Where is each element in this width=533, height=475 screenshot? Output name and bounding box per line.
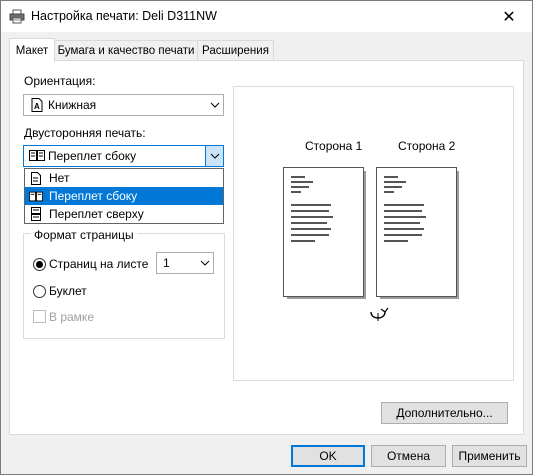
pages-per-sheet-select[interactable]: 1 bbox=[156, 252, 214, 274]
svg-text:A: A bbox=[34, 102, 40, 111]
close-button[interactable]: ✕ bbox=[486, 1, 532, 32]
single-page-icon bbox=[29, 171, 43, 185]
booklet-radio[interactable] bbox=[33, 285, 46, 298]
duplex-dropdown-list: Нет Переплет сбоку Переплет сверху bbox=[24, 168, 224, 224]
duplex-top-icon bbox=[29, 207, 43, 221]
duplex-option-none[interactable]: Нет bbox=[25, 169, 223, 187]
border-label: В рамке bbox=[49, 310, 94, 324]
cancel-button[interactable]: Отмена bbox=[371, 445, 446, 467]
duplex-option-label: Нет bbox=[49, 171, 70, 185]
tab-paper-quality[interactable]: Бумага и качество печати bbox=[54, 40, 198, 60]
close-icon: ✕ bbox=[502, 8, 516, 26]
page-format-title: Формат страницы bbox=[31, 228, 137, 242]
chevron-down-icon bbox=[196, 253, 213, 273]
portrait-page-icon: A bbox=[31, 98, 43, 112]
border-checkbox[interactable] bbox=[33, 310, 46, 323]
duplex-side-icon bbox=[29, 189, 43, 203]
side2-label: Сторона 2 bbox=[398, 139, 456, 153]
duplex-option-top[interactable]: Переплет сверху bbox=[25, 205, 223, 223]
layout-preview: Сторона 1 Сторона 2 bbox=[233, 86, 514, 381]
tab-extensions[interactable]: Расширения bbox=[197, 40, 274, 60]
duplex-option-label: Переплет сбоку bbox=[49, 189, 138, 203]
pages-per-sheet-label: Страниц на листе bbox=[49, 257, 149, 271]
booklet-label: Буклет bbox=[49, 284, 87, 298]
window-title: Настройка печати: Deli D311NW bbox=[31, 9, 217, 23]
duplex-select[interactable]: Переплет сбоку bbox=[23, 145, 224, 167]
preview-page-side2 bbox=[376, 167, 457, 297]
duplex-label: Двусторонняя печать: bbox=[24, 126, 146, 140]
chevron-down-icon bbox=[205, 146, 223, 166]
ok-button-label: OK bbox=[319, 449, 337, 463]
ok-button[interactable]: OK bbox=[291, 445, 365, 467]
duplex-side-icon bbox=[29, 149, 45, 163]
side1-label: Сторона 1 bbox=[305, 139, 363, 153]
orientation-label: Ориентация: bbox=[24, 74, 96, 88]
tab-layout[interactable]: Макет bbox=[9, 38, 55, 62]
duplex-option-label: Переплет сверху bbox=[49, 207, 144, 221]
preview-page-side1 bbox=[283, 167, 364, 297]
flip-arrow-icon bbox=[367, 306, 389, 324]
duplex-value: Переплет сбоку bbox=[48, 149, 137, 163]
duplex-option-side[interactable]: Переплет сбоку bbox=[25, 187, 223, 205]
chevron-down-icon bbox=[206, 95, 223, 115]
tab-layout-label: Макет bbox=[15, 44, 49, 57]
printer-icon bbox=[9, 9, 25, 24]
apply-button[interactable]: Применить bbox=[452, 445, 527, 467]
tab-extensions-label: Расширения bbox=[202, 44, 269, 57]
apply-button-label: Применить bbox=[458, 449, 521, 463]
cancel-button-label: Отмена bbox=[386, 449, 431, 463]
orientation-value: Книжная bbox=[48, 98, 97, 112]
tab-paper-quality-label: Бумага и качество печати bbox=[57, 44, 195, 57]
pages-per-sheet-radio[interactable] bbox=[33, 258, 46, 271]
orientation-select[interactable]: A Книжная bbox=[23, 94, 224, 116]
title-bar: Настройка печати: Deli D311NW ✕ bbox=[1, 1, 532, 32]
advanced-button-label: Дополнительно... bbox=[396, 406, 493, 420]
pages-per-sheet-value: 1 bbox=[163, 256, 170, 270]
print-settings-dialog: Настройка печати: Deli D311NW ✕ Макет Бу… bbox=[0, 0, 533, 475]
advanced-button[interactable]: Дополнительно... bbox=[381, 402, 508, 424]
